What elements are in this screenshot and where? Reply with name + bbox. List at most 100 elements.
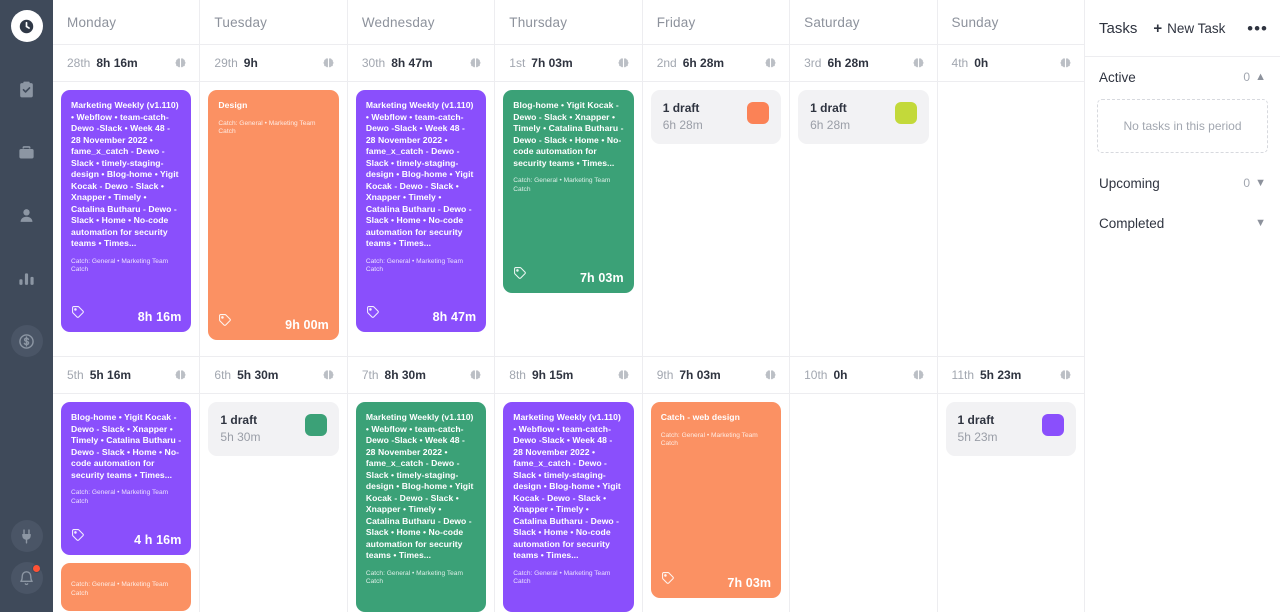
date-duration: 5h 16m xyxy=(89,368,132,382)
event-card[interactable]: Marketing Weekly (v1.110) • Webflow • te… xyxy=(355,402,487,612)
color-swatch xyxy=(894,102,917,124)
draft-card[interactable]: 1 draft 6h 28m xyxy=(798,90,929,144)
plug-icon xyxy=(18,528,35,545)
tag-icon[interactable] xyxy=(513,266,527,285)
brain-icon[interactable] xyxy=(174,369,187,382)
date-bar[interactable]: 3rd 6h 28m xyxy=(790,45,937,82)
briefcase-icon xyxy=(17,143,36,162)
date-bar[interactable]: 28th 8h 16m xyxy=(53,45,200,82)
dollar-icon xyxy=(17,332,36,351)
day-body[interactable]: 1 draft 6h 28m xyxy=(643,82,789,356)
day-body[interactable]: Blog-home • Yigit Kocak - Dewo - Slack •… xyxy=(495,82,641,356)
brain-icon[interactable] xyxy=(469,57,482,70)
draft-card[interactable]: 1 draft 5h 30m xyxy=(208,402,339,456)
rail-item-tasks[interactable] xyxy=(11,73,43,105)
rail-bottom-group xyxy=(0,520,53,604)
date-bar[interactable]: 29th 9h xyxy=(200,45,347,82)
brain-icon[interactable] xyxy=(764,369,777,382)
draft-title: 1 draft xyxy=(810,101,847,115)
new-task-button[interactable]: + New Task xyxy=(1153,21,1225,36)
date-bar[interactable]: 1st 7h 03m xyxy=(495,45,642,82)
day-body[interactable] xyxy=(938,82,1084,356)
date-bar[interactable]: 10th 0h xyxy=(790,357,937,394)
day-body[interactable]: Marketing Weekly (v1.110) • Webflow • te… xyxy=(348,394,494,612)
day-name-sunday: Sunday xyxy=(951,14,999,30)
brain-icon[interactable] xyxy=(617,369,630,382)
day-body[interactable]: Marketing Weekly (v1.110) • Webflow • te… xyxy=(348,82,494,356)
date-bar[interactable]: 7th 8h 30m xyxy=(347,357,495,394)
draft-title: 1 draft xyxy=(662,101,700,115)
rail-item-reports[interactable] xyxy=(11,262,43,294)
event-card[interactable]: Blog-home • Yigit Kocak - Dewo - Slack •… xyxy=(61,402,192,555)
date-duration: 9h xyxy=(243,56,258,70)
brain-icon[interactable] xyxy=(764,57,777,70)
event-card[interactable]: Marketing Weekly (v1.110) • Webflow • te… xyxy=(61,90,192,332)
date-bar[interactable]: 6th 5h 30m xyxy=(200,357,347,394)
brain-icon[interactable] xyxy=(1059,369,1072,382)
event-card[interactable]: Catch: General • Marketing Team Catch xyxy=(61,563,192,611)
event-duration: 7h 03m xyxy=(580,271,624,285)
tasks-section-active[interactable]: Active 0 ▲ xyxy=(1085,57,1280,97)
date-duration: 0h xyxy=(974,56,989,70)
draft-title: 1 draft xyxy=(220,413,258,427)
rail-item-notifications[interactable] xyxy=(10,562,43,594)
date-bar[interactable]: 5th 5h 16m xyxy=(53,357,200,394)
brain-icon[interactable] xyxy=(174,57,187,70)
date-bar[interactable]: 9th 7h 03m xyxy=(642,357,790,394)
event-card[interactable]: Blog-home • Yigit Kocak - Dewo - Slack •… xyxy=(503,90,634,293)
rail-item-integrations[interactable] xyxy=(10,520,43,552)
date-bar[interactable]: 2nd 6h 28m xyxy=(642,45,790,82)
day-body[interactable] xyxy=(790,394,936,612)
chevron-up-icon[interactable]: ▲ xyxy=(1255,71,1266,83)
day-body[interactable]: Marketing Weekly (v1.110) • Webflow • te… xyxy=(53,82,199,356)
brain-icon[interactable] xyxy=(322,57,335,70)
tag-icon[interactable] xyxy=(218,313,232,332)
date-bar[interactable]: 8th 9h 15m xyxy=(495,357,642,394)
date-bar[interactable]: 4th 0h xyxy=(937,45,1084,82)
rail-item-people[interactable] xyxy=(11,199,43,231)
event-card[interactable]: Catch - web design Catch: General • Marke… xyxy=(650,402,782,598)
tasks-section-completed[interactable]: Completed ▼ xyxy=(1085,203,1280,243)
brain-icon[interactable] xyxy=(912,369,925,382)
date-bar[interactable]: 11th 5h 23m xyxy=(937,357,1084,394)
brain-icon[interactable] xyxy=(469,369,482,382)
tag-icon[interactable] xyxy=(661,571,675,590)
day-column-thursday: 8th 9h 15m Marketing Weekly (v1.110) • Web… xyxy=(495,357,643,612)
tag-icon[interactable] xyxy=(366,305,380,324)
calendar-area: Monday Tuesday Wednesday Thursday Friday Satu… xyxy=(53,0,1084,612)
day-body[interactable]: 1 draft 5h 23m xyxy=(938,394,1084,612)
date-bar[interactable]: 30th 8h 47m xyxy=(347,45,495,82)
tasks-more-button[interactable]: ••• xyxy=(1247,20,1268,37)
event-title: Blog-home • Yigit Kocak - Dewo - Slack •… xyxy=(513,100,624,168)
brain-icon[interactable] xyxy=(617,57,630,70)
rail-item-billing[interactable] xyxy=(10,325,43,357)
day-body[interactable]: Marketing Weekly (v1.110) • Webflow • te… xyxy=(495,394,641,612)
day-column-tuesday: 6th 5h 30m 1 draft 5h 30m xyxy=(200,357,348,612)
brain-icon[interactable] xyxy=(912,57,925,70)
chevron-down-icon[interactable]: ▼ xyxy=(1255,177,1266,189)
new-task-label: New Task xyxy=(1167,20,1226,36)
event-title: Marketing Weekly (v1.110) • Webflow • te… xyxy=(365,412,474,560)
tasks-panel: Tasks + New Task ••• Active 0 ▲ No tasks in… xyxy=(1084,0,1280,612)
event-card[interactable]: Marketing Weekly (v1.110) • Webflow • te… xyxy=(503,402,634,612)
event-card[interactable]: Marketing Weekly (v1.110) • Webflow • te… xyxy=(355,90,487,332)
rail-item-projects[interactable] xyxy=(11,136,43,168)
date-duration: 9h 15m xyxy=(531,368,574,382)
tag-icon[interactable] xyxy=(71,305,85,324)
day-body[interactable]: 1 draft 5h 30m xyxy=(200,394,346,612)
chevron-down-icon[interactable]: ▼ xyxy=(1255,217,1266,229)
brain-icon[interactable] xyxy=(1059,57,1072,70)
draft-card[interactable]: 1 draft 5h 23m xyxy=(945,402,1076,456)
event-card[interactable]: Design Catch: General • Marketing Team Ca… xyxy=(208,90,339,340)
tag-icon[interactable] xyxy=(71,528,85,547)
date-ordinal: 10th xyxy=(804,368,828,382)
rail-item-hours[interactable] xyxy=(10,10,43,42)
brain-icon[interactable] xyxy=(322,369,335,382)
day-body[interactable]: Design Catch: General • Marketing Team Ca… xyxy=(200,82,346,356)
tasks-section-upcoming[interactable]: Upcoming 0 ▼ xyxy=(1085,163,1280,203)
day-body[interactable]: Blog-home • Yigit Kocak - Dewo - Slack •… xyxy=(53,394,199,612)
day-body[interactable]: 1 draft 6h 28m xyxy=(790,82,936,356)
draft-card[interactable]: 1 draft 6h 28m xyxy=(650,90,782,144)
date-duration: 8h 30m xyxy=(384,368,426,382)
day-body[interactable]: Catch - web design Catch: General • Marke… xyxy=(643,394,789,612)
